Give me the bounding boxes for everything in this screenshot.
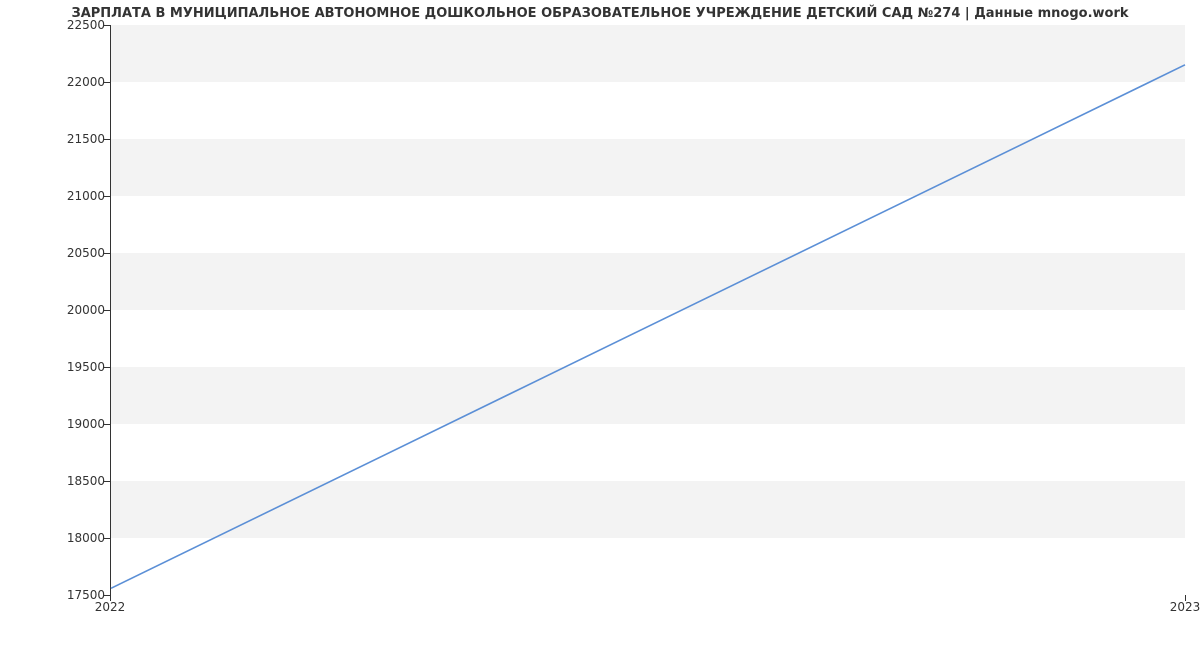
y-tick-label: 21500 bbox=[25, 132, 105, 146]
x-tick-label: 2022 bbox=[95, 600, 126, 614]
y-tick-label: 21000 bbox=[25, 189, 105, 203]
y-tick-label: 20000 bbox=[25, 303, 105, 317]
series-line bbox=[111, 65, 1185, 588]
line-layer bbox=[111, 25, 1185, 594]
chart-title: ЗАРПЛАТА В МУНИЦИПАЛЬНОЕ АВТОНОМНОЕ ДОШК… bbox=[0, 6, 1200, 21]
y-tick-label: 18000 bbox=[25, 531, 105, 545]
y-tick-label: 17500 bbox=[25, 588, 105, 602]
x-tick-mark bbox=[1185, 595, 1186, 601]
y-tick-label: 22000 bbox=[25, 75, 105, 89]
y-tick-label: 18500 bbox=[25, 474, 105, 488]
plot-area bbox=[110, 25, 1185, 595]
y-tick-label: 22500 bbox=[25, 18, 105, 32]
y-tick-label: 19000 bbox=[25, 417, 105, 431]
x-tick-mark bbox=[110, 595, 111, 601]
chart-container: ЗАРПЛАТА В МУНИЦИПАЛЬНОЕ АВТОНОМНОЕ ДОШК… bbox=[0, 0, 1200, 650]
x-tick-label: 2023 bbox=[1170, 600, 1200, 614]
y-tick-label: 19500 bbox=[25, 360, 105, 374]
y-tick-label: 20500 bbox=[25, 246, 105, 260]
